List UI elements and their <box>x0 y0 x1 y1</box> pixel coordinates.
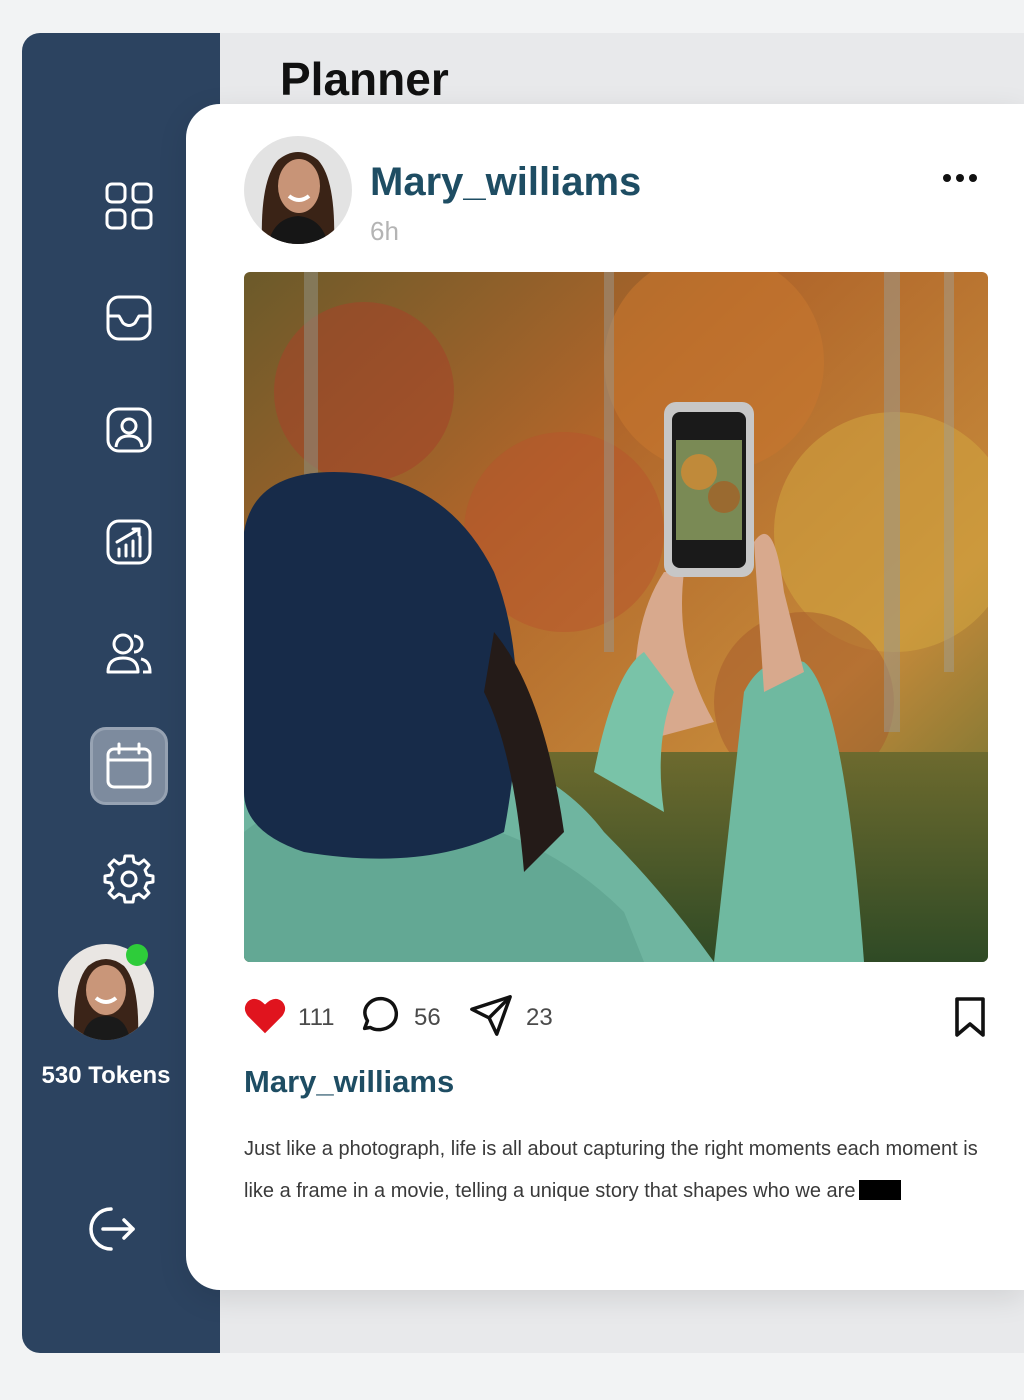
sidebar-item-team[interactable] <box>90 615 168 693</box>
comment-count: 56 <box>414 1004 441 1031</box>
post-photo-illustration <box>244 272 988 962</box>
sidebar-item-dashboard[interactable] <box>90 167 168 245</box>
post-caption: Just like a photograph, life is all abou… <box>244 1128 984 1212</box>
bookmark-button[interactable] <box>950 992 990 1042</box>
like-button[interactable] <box>242 990 288 1040</box>
token-balance: 530 Tokens <box>41 1062 171 1089</box>
page-title: Planner <box>280 53 449 105</box>
chart-growth-icon <box>106 519 152 565</box>
post-image[interactable] <box>244 272 988 962</box>
sidebar-item-inbox[interactable] <box>90 279 168 357</box>
post-author-avatar[interactable] <box>244 136 352 244</box>
comment-icon <box>362 996 399 1032</box>
inbox-icon <box>106 295 152 341</box>
more-horizontal-icon <box>943 174 977 182</box>
bookmark-icon <box>955 997 985 1037</box>
logout-button[interactable] <box>74 1194 144 1264</box>
grid-icon <box>105 182 153 230</box>
post-actions: 111 56 23 <box>242 990 990 1040</box>
like-count: 111 <box>298 1004 335 1031</box>
calendar-icon <box>106 742 152 789</box>
post-timestamp: 6h <box>370 216 399 246</box>
users-icon <box>106 633 152 674</box>
user-portrait-icon <box>106 407 152 453</box>
gear-icon <box>103 854 155 904</box>
logout-icon <box>89 1207 135 1251</box>
comment-button[interactable] <box>356 990 402 1040</box>
more-options-button[interactable] <box>938 166 982 190</box>
sidebar-item-planner[interactable] <box>90 727 168 805</box>
redacted-block <box>859 1180 902 1200</box>
share-count: 23 <box>526 1004 553 1031</box>
caption-author[interactable]: Mary_williams <box>244 1064 454 1100</box>
avatar-image <box>244 136 352 244</box>
post-card: Mary_williams 6h 111 56 23 Mary_williams… <box>186 104 1024 1290</box>
send-icon <box>470 995 512 1036</box>
sidebar-item-profile[interactable] <box>90 391 168 469</box>
post-author-name[interactable]: Mary_williams <box>370 160 641 205</box>
share-button[interactable] <box>468 990 514 1040</box>
sidebar-item-settings[interactable] <box>90 839 168 917</box>
online-status-indicator <box>126 944 148 966</box>
heart-icon <box>244 998 286 1034</box>
sidebar-item-analytics[interactable] <box>90 503 168 581</box>
